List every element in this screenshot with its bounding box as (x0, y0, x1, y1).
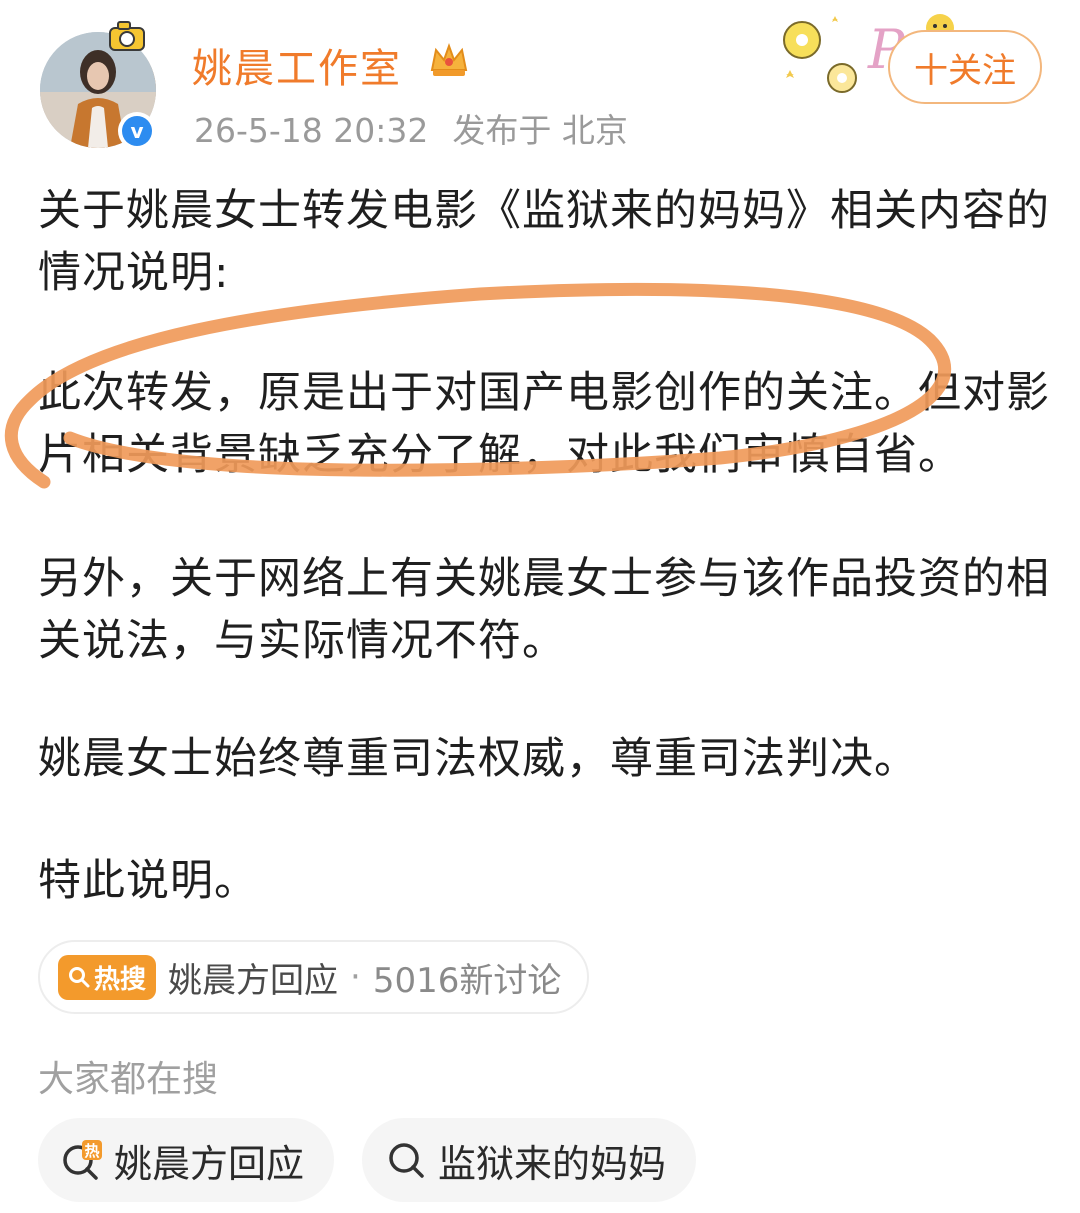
hot-search-badge: 热搜 (58, 954, 157, 1000)
hot-search-badge-label: 热搜 (94, 964, 147, 995)
hot-search-chip[interactable]: 热搜 姚晨方回应 · 5016新讨论 (38, 940, 590, 1014)
hot-search-icon: 热 (63, 1140, 102, 1180)
account-name[interactable]: 姚晨工作室 (192, 36, 402, 94)
post-paragraph: 特此说明。 (38, 856, 258, 906)
crown-icon (428, 40, 470, 84)
hot-search-separator: · (350, 957, 361, 997)
post-location: 发布于 北京 (452, 111, 628, 150)
related-search-label: 监狱来的妈妈 (438, 1141, 667, 1186)
post-timestamp: 26-5-18 20:32 (194, 111, 429, 150)
search-icon (389, 1143, 424, 1178)
search-icon (69, 967, 90, 988)
follow-button[interactable]: 十关注 (888, 30, 1042, 104)
related-search-chip[interactable]: 监狱来的妈妈 (362, 1118, 697, 1202)
post-paragraph: 姚晨女士始终尊重司法权威，尊重司法判决。 (38, 734, 918, 784)
related-search-label: 姚晨方回应 (114, 1141, 305, 1186)
hot-search-count: 5016新讨论 (372, 960, 562, 1001)
related-search-chip[interactable]: 热 姚晨方回应 (38, 1118, 335, 1202)
post-paragraph: 另外，关于网络上有关姚晨女士参与该作品投资的相关说法，与实际情况不符。 (38, 554, 1050, 666)
annotation-circle (4, 282, 952, 489)
verified-badge-icon: v (118, 112, 156, 150)
hot-search-topic: 姚晨方回应 (168, 960, 339, 1001)
camera-badge-icon (106, 16, 150, 60)
post-meta: 26-5-18 20:32 发布于 北京 (194, 104, 628, 152)
related-search-heading: 大家都在搜 (38, 1059, 219, 1100)
svg-text:热: 热 (84, 1142, 99, 1160)
follow-label: 十关注 (914, 50, 1016, 91)
